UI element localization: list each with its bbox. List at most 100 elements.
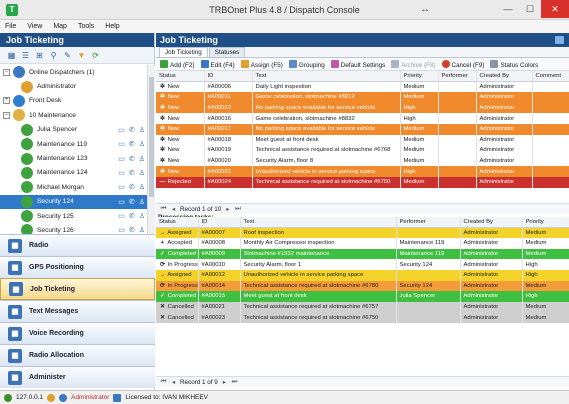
nav-gps-positioning[interactable]: ◼ GPS Positioning: [0, 256, 155, 278]
person-icon[interactable]: ♙: [139, 183, 145, 191]
table-row[interactable]: ✲ New #A00016 Game celebration, slotmachin…: [156, 113, 569, 124]
tasks-first-page-button[interactable]: ⏮: [160, 378, 167, 386]
tasks-prev-page-button[interactable]: ◂: [170, 379, 177, 386]
menu-file[interactable]: File: [5, 23, 16, 30]
person-icon[interactable]: ♙: [139, 198, 145, 206]
tree-item[interactable]: Administrator: [0, 79, 147, 93]
nav-voice-recording[interactable]: ◼ Voice Recording: [0, 322, 155, 344]
refresh-icon[interactable]: ⟳: [90, 50, 101, 61]
status-colors-button[interactable]: Status Colors: [490, 59, 538, 69]
table-row[interactable]: ✲ New #A00006 Daily Light inspection Medium…: [156, 81, 569, 93]
table-row[interactable]: → Assigned #A00007 Roof inspection Administ…: [156, 227, 569, 239]
table-row[interactable]: ✲ New #A00020 Security Alarm, floor 8 Mediu…: [156, 155, 569, 167]
table-row[interactable]: ⟳ In Progress #A00014 Technical assistance…: [156, 280, 569, 292]
column-header[interactable]: Text: [240, 217, 397, 229]
tree-item[interactable]: − 10 Maintenance: [0, 108, 147, 122]
message-icon[interactable]: ▭: [118, 198, 125, 206]
call-icon[interactable]: ✆: [129, 212, 135, 220]
table-row[interactable]: ✲ New #A00013 No parking space available f…: [156, 102, 569, 114]
archive-button[interactable]: Archive (F8): [391, 59, 436, 69]
edit-button[interactable]: Edit (F4): [200, 59, 235, 69]
cancel-button[interactable]: Cancel (F9): [441, 59, 484, 69]
maximize-button[interactable]: ☐: [519, 0, 541, 18]
tree-expander-icon[interactable]: −: [3, 68, 10, 76]
tree-expander-icon[interactable]: −: [3, 111, 10, 119]
table-row[interactable]: ✲ New #A00019 Technical assistance require…: [156, 145, 569, 156]
message-icon[interactable]: ▭: [118, 212, 125, 220]
grouping-button[interactable]: Grouping: [288, 59, 325, 69]
menu-tools[interactable]: Tools: [78, 23, 94, 30]
call-icon[interactable]: ✆: [129, 126, 135, 134]
column-header[interactable]: Text: [252, 71, 401, 83]
tasks-next-page-button[interactable]: ▸: [221, 379, 228, 386]
funnel-icon[interactable]: ▼: [76, 50, 87, 61]
call-icon[interactable]: ✆: [129, 155, 135, 163]
menu-help[interactable]: Help: [105, 23, 119, 30]
column-header[interactable]: Created By: [460, 217, 523, 229]
column-header[interactable]: Status: [156, 71, 205, 83]
resize-icon[interactable]: ↔: [420, 0, 430, 20]
column-header[interactable]: Comment: [532, 71, 569, 83]
call-icon[interactable]: ✆: [129, 140, 135, 148]
call-icon[interactable]: ✆: [129, 198, 135, 206]
table-row[interactable]: ✓ Completed #A00015 Meet guest at front de…: [156, 291, 569, 302]
column-header[interactable]: ID: [198, 217, 241, 229]
tree-expander-icon[interactable]: +: [3, 97, 10, 105]
nav-administer[interactable]: ◼ Administer: [0, 366, 155, 388]
tree-item[interactable]: Julia Spencer ▭ ✆ ♙: [0, 123, 147, 137]
next-page-button[interactable]: ▸: [224, 206, 231, 213]
minimize-button[interactable]: —: [497, 0, 519, 18]
tree-item[interactable]: − Online Dispatchers (1): [0, 65, 147, 79]
column-header[interactable]: Status: [156, 217, 199, 229]
table-row[interactable]: ✕ Cancelled #A00023 Technical assistance r…: [156, 312, 569, 323]
prev-page-button[interactable]: ◂: [170, 206, 177, 213]
tree-scrollbar-thumb[interactable]: [149, 77, 154, 197]
message-icon[interactable]: ▭: [118, 140, 125, 148]
table-row[interactable]: → Assigned #A00012 Unauthorized vehicle in…: [156, 269, 569, 281]
call-icon[interactable]: ✆: [129, 183, 135, 191]
table-row[interactable]: ✲ New #A00022 Unauthorized vehicle in serv…: [156, 166, 569, 177]
column-header[interactable]: Created By: [476, 71, 533, 83]
message-icon[interactable]: ▭: [118, 155, 125, 163]
table-row[interactable]: ✓ Completed #A00009 Slotmachine #1932 main…: [156, 248, 569, 260]
tab-job-ticketing[interactable]: Job Ticketing: [159, 47, 208, 57]
menu-map[interactable]: Map: [53, 23, 67, 30]
nav-radio-allocation[interactable]: ◼ Radio Allocation: [0, 344, 155, 366]
column-header[interactable]: ID: [204, 71, 253, 83]
table-row[interactable]: ✲ New #A00017 No parking space available f…: [156, 123, 569, 135]
message-icon[interactable]: ▭: [118, 126, 125, 134]
column-header[interactable]: Priority: [400, 71, 439, 83]
grid-view-icon[interactable]: ▦: [6, 50, 17, 61]
table-row[interactable]: ⟳ In Progress #A00010 Security Alarm, floo…: [156, 259, 569, 270]
person-icon[interactable]: ♙: [139, 212, 145, 220]
table-row[interactable]: + Accepted #A00008 Monthly Air Compressor …: [156, 238, 569, 249]
tree-item[interactable]: Michael Morgan ▭ ✆ ♙: [0, 180, 147, 194]
first-page-button[interactable]: ⏮: [160, 205, 167, 213]
tree-item[interactable]: Maintenance 119 ▭ ✆ ♙: [0, 137, 147, 151]
table-row[interactable]: — Rejected #A00024 Technical assistance re…: [156, 176, 569, 188]
nav-job-ticketing[interactable]: ◼ Job Ticketing: [0, 278, 155, 300]
tree-item[interactable]: Security 124 ▭ ✆ ♙: [0, 194, 147, 209]
close-button[interactable]: ✕: [541, 0, 569, 18]
last-page-button[interactable]: ⏭: [234, 205, 241, 213]
tree-item[interactable]: Security 125 ▭ ✆ ♙: [0, 209, 147, 223]
tab-statuses[interactable]: Statuses: [208, 47, 246, 57]
tree-item[interactable]: Maintenance 124 ▭ ✆ ♙: [0, 166, 147, 180]
nav-text-messages[interactable]: ◼ Text Messages: [0, 300, 155, 322]
tree-item[interactable]: + Front Desk: [0, 94, 147, 108]
default-settings-button[interactable]: Default Settings: [330, 59, 385, 69]
tasks-last-page-button[interactable]: ⏭: [231, 378, 238, 386]
person-icon[interactable]: ♙: [139, 155, 145, 163]
tree-view-icon[interactable]: ⊞: [34, 50, 45, 61]
column-header[interactable]: Priority: [522, 217, 569, 229]
message-icon[interactable]: ▭: [118, 169, 125, 177]
assign-button[interactable]: Assign (F5): [240, 59, 283, 69]
tree-item[interactable]: Maintenance 123 ▭ ✆ ♙: [0, 151, 147, 165]
person-icon[interactable]: ♙: [139, 126, 145, 134]
table-row[interactable]: ✲ New #A00011 Game celebration, slotmachin…: [156, 92, 569, 103]
menu-view[interactable]: View: [27, 23, 42, 30]
message-icon[interactable]: ▭: [118, 183, 125, 191]
call-icon[interactable]: ✆: [129, 169, 135, 177]
table-row[interactable]: ✕ Cancelled #A00021 Technical assistance r…: [156, 301, 569, 313]
add-button[interactable]: Add (F2): [160, 59, 195, 69]
